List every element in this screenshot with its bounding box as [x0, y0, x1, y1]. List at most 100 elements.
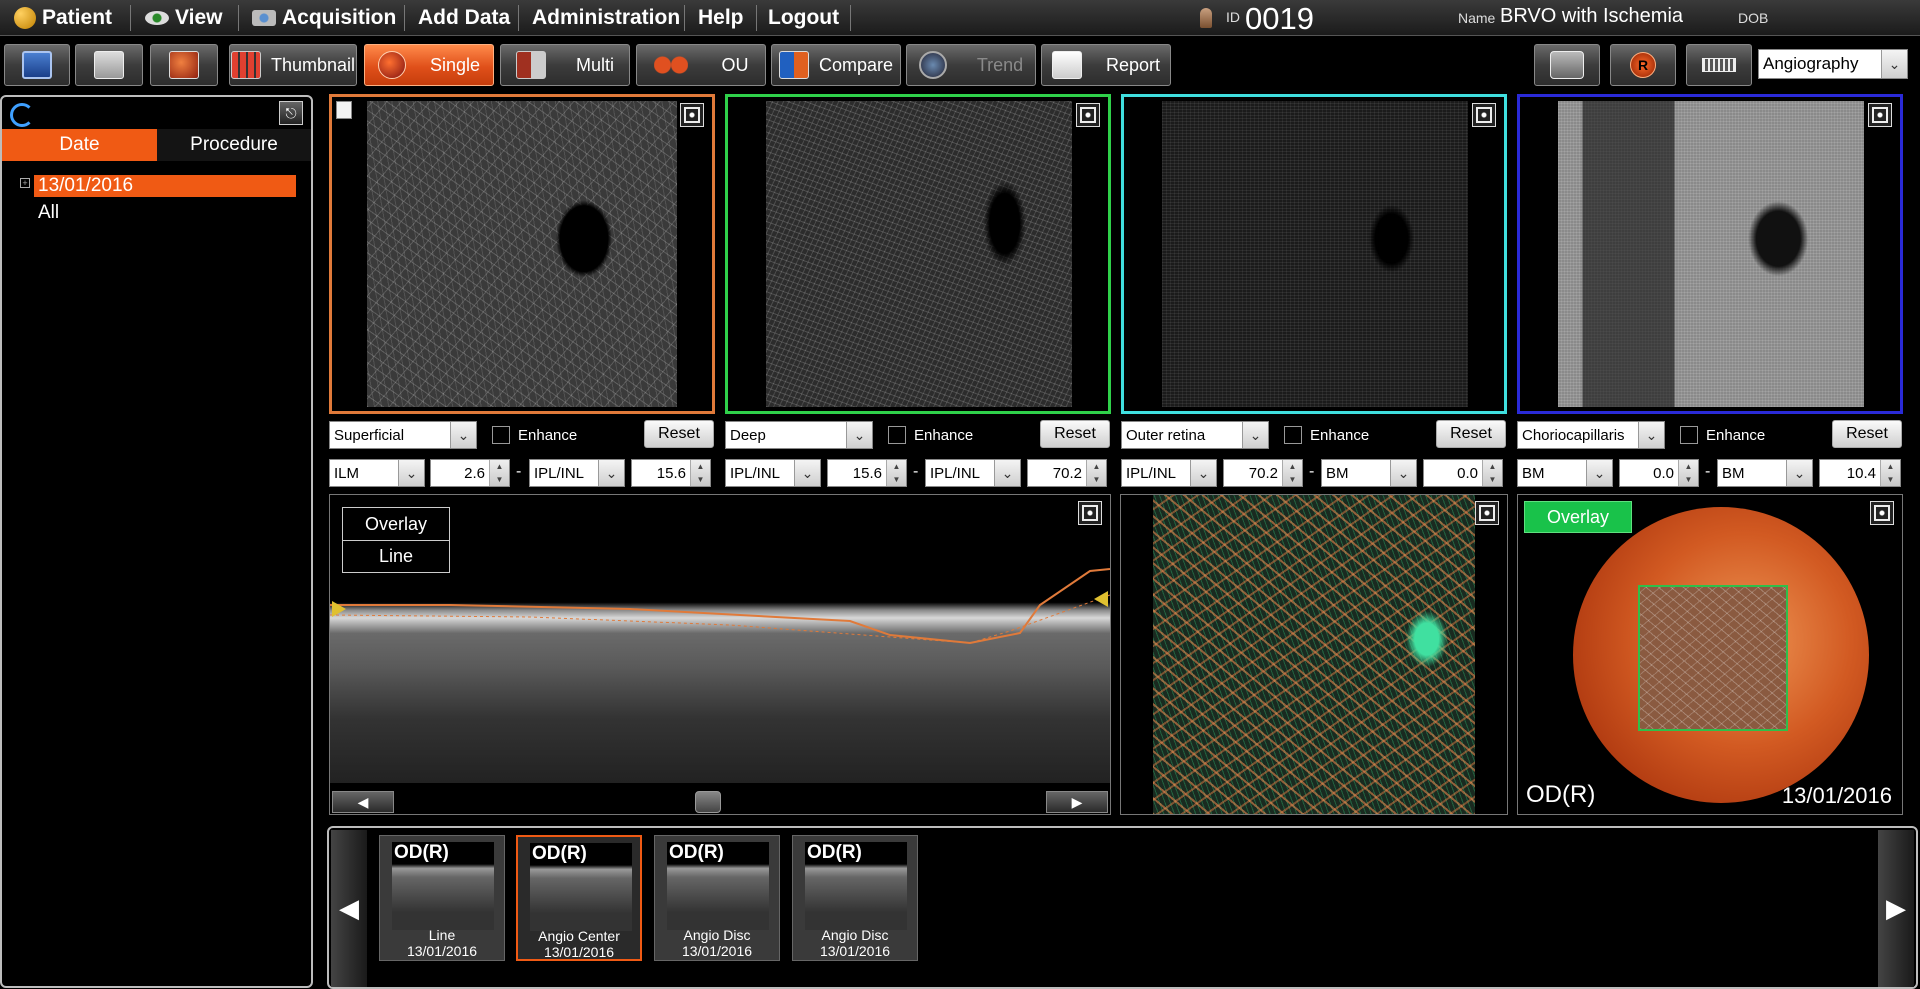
menu-help[interactable]: Help	[698, 0, 744, 36]
layer-preset-select[interactable]: Outer retina ⌄	[1121, 421, 1269, 449]
print-button[interactable]	[75, 44, 143, 86]
menu-acquisition[interactable]: Acquisition	[252, 0, 396, 36]
menu-patient[interactable]: Patient	[14, 0, 112, 36]
note-icon[interactable]	[336, 101, 352, 119]
report-button[interactable]: Report	[1041, 44, 1171, 86]
single-button[interactable]: Single	[364, 44, 494, 86]
registration-button[interactable]: R	[1610, 44, 1676, 86]
top-offset-stepper[interactable]: 15.6 ▲ ▼	[827, 459, 907, 487]
fundus-panel[interactable]: Overlay OD(R) 13/01/2016	[1517, 494, 1903, 815]
overlay-toggle-button[interactable]: Overlay	[1524, 501, 1632, 533]
tree-item-date[interactable]: 13/01/2016	[34, 175, 296, 197]
expand-icon[interactable]	[1475, 501, 1499, 525]
scroll-thumb[interactable]	[695, 791, 721, 813]
thumbnail-item[interactable]: OD(R) Angio Center 13/01/2016	[516, 835, 642, 961]
segmentation-marker-left-icon[interactable]	[332, 601, 346, 617]
menu-logout[interactable]: Logout	[768, 0, 839, 36]
angio-panel-choriocapillaris[interactable]	[1517, 94, 1903, 414]
spin-arrows-icon[interactable]: ▲ ▼	[886, 460, 906, 486]
pin-icon[interactable]: ⎋	[279, 101, 303, 125]
bottom-layer-select[interactable]: BM ⌄	[1717, 459, 1813, 487]
expand-icon[interactable]	[1472, 103, 1496, 127]
line-mode-button[interactable]: Line	[343, 540, 449, 572]
menu-divider	[518, 5, 519, 31]
tab-procedure[interactable]: Procedure	[157, 129, 311, 161]
layer-preset-select[interactable]: Choriocapillaris ⌄	[1517, 421, 1665, 449]
multi-button[interactable]: Multi	[500, 44, 630, 86]
overlay-mode-button[interactable]: Overlay	[343, 508, 449, 540]
top-layer-select[interactable]: ILM ⌄	[329, 459, 425, 487]
segmentation-marker-right-icon[interactable]	[1094, 591, 1108, 607]
color-angio-panel[interactable]	[1120, 494, 1508, 815]
spin-arrows-icon[interactable]: ▲ ▼	[489, 460, 509, 486]
reset-button[interactable]: Reset	[1436, 420, 1506, 448]
menu-add-data[interactable]: Add Data	[418, 0, 510, 36]
expand-icon[interactable]	[1078, 501, 1102, 525]
ou-button[interactable]: OU	[636, 44, 766, 86]
expand-icon[interactable]	[1870, 501, 1894, 525]
compare-button[interactable]: Compare	[771, 44, 901, 86]
angio-panel-deep[interactable]	[725, 94, 1111, 414]
scan-region-box[interactable]	[1638, 585, 1788, 731]
top-offset-stepper[interactable]: 70.2 ▲ ▼	[1223, 459, 1303, 487]
thumbs-prev-button[interactable]: ◀	[331, 830, 367, 987]
top-layer-select[interactable]: IPL/INL ⌄	[1121, 459, 1217, 487]
enhance-checkbox[interactable]	[888, 426, 906, 444]
thumbs-next-button[interactable]: ▶	[1878, 830, 1914, 987]
patient-icon	[14, 7, 36, 29]
enhance-checkbox[interactable]	[492, 426, 510, 444]
angio-panel-outer-retina[interactable]	[1121, 94, 1507, 414]
reset-button[interactable]: Reset	[644, 420, 714, 448]
spin-arrows-icon[interactable]: ▲ ▼	[1880, 460, 1900, 486]
spin-arrows-icon[interactable]: ▲ ▼	[1678, 460, 1698, 486]
menu-bar: Patient View Acquisition Add Data Admini…	[0, 0, 1920, 36]
spin-arrows-icon[interactable]: ▲ ▼	[1086, 460, 1106, 486]
single-view-icon	[377, 51, 406, 79]
reset-button-label: Reset	[1450, 425, 1492, 442]
scan-mode-select[interactable]: Angiography ⌄	[1758, 49, 1908, 79]
enhance-label: Enhance	[1310, 427, 1370, 444]
top-layer-select[interactable]: IPL/INL ⌄	[725, 459, 821, 487]
bottom-offset-stepper[interactable]: 70.2 ▲ ▼	[1027, 459, 1107, 487]
thumbnail-item[interactable]: OD(R) Angio Disc 13/01/2016	[792, 835, 918, 961]
top-offset-stepper[interactable]: 0.0 ▲ ▼	[1619, 459, 1699, 487]
trend-button[interactable]: Trend	[906, 44, 1036, 86]
scroll-left-button[interactable]: ◀	[332, 791, 394, 813]
bottom-layer-select[interactable]: BM ⌄	[1321, 459, 1417, 487]
bottom-offset-stepper[interactable]: 0.0 ▲ ▼	[1423, 459, 1503, 487]
tree-expand-icon[interactable]: +	[20, 178, 30, 188]
spin-arrows-icon[interactable]: ▲ ▼	[1482, 460, 1502, 486]
scroll-right-button[interactable]: ▶	[1046, 791, 1108, 813]
bottom-layer-select[interactable]: IPL/INL ⌄	[529, 459, 625, 487]
tree-item-all[interactable]: All	[38, 202, 59, 224]
spin-arrows-icon[interactable]: ▲ ▼	[1282, 460, 1302, 486]
menu-view[interactable]: View	[145, 0, 222, 36]
layer-preset-select[interactable]: Deep ⌄	[725, 421, 873, 449]
enhance-checkbox[interactable]	[1284, 426, 1302, 444]
bscan-panel[interactable]: Overlay Line ◀ ▶	[329, 494, 1111, 815]
top-layer-select[interactable]: BM ⌄	[1517, 459, 1613, 487]
expand-icon[interactable]	[680, 103, 704, 127]
top-offset-stepper[interactable]: 2.6 ▲ ▼	[430, 459, 510, 487]
reset-button[interactable]: Reset	[1040, 420, 1110, 448]
expand-icon[interactable]	[1868, 103, 1892, 127]
export-button[interactable]	[150, 44, 218, 86]
refresh-icon[interactable]	[10, 103, 34, 127]
angio-panel-superficial[interactable]	[329, 94, 715, 414]
layer-preset-select[interactable]: Superficial ⌄	[329, 421, 477, 449]
tab-date[interactable]: Date	[2, 129, 157, 161]
thumbnail-item[interactable]: OD(R) Line 13/01/2016	[379, 835, 505, 961]
spin-arrows-icon[interactable]: ▲ ▼	[690, 460, 710, 486]
save-button[interactable]	[4, 44, 70, 86]
reset-button[interactable]: Reset	[1832, 420, 1902, 448]
menu-administration[interactable]: Administration	[532, 0, 680, 36]
capture-button[interactable]	[1534, 44, 1600, 86]
bottom-layer-select[interactable]: IPL/INL ⌄	[925, 459, 1021, 487]
thumbnail-button[interactable]: Thumbnail	[229, 44, 357, 86]
measure-button[interactable]	[1686, 44, 1752, 86]
thumbnail-item[interactable]: OD(R) Angio Disc 13/01/2016	[654, 835, 780, 961]
enhance-checkbox[interactable]	[1680, 426, 1698, 444]
bottom-offset-stepper[interactable]: 10.4 ▲ ▼	[1819, 459, 1901, 487]
bottom-offset-stepper[interactable]: 15.6 ▲ ▼	[631, 459, 711, 487]
expand-icon[interactable]	[1076, 103, 1100, 127]
